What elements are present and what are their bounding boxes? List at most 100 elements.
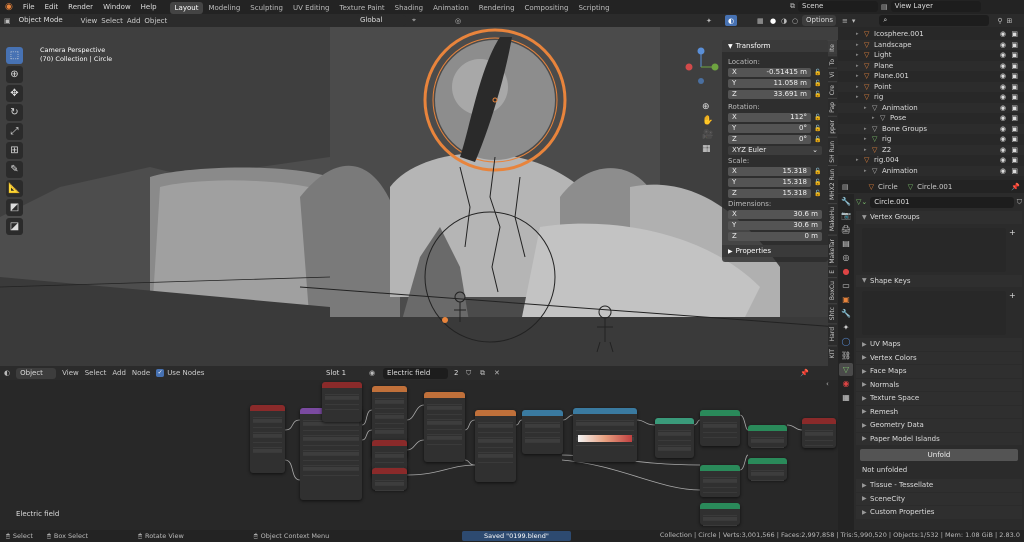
- select-box-tool-icon[interactable]: ⬚: [6, 47, 23, 64]
- lock-icon[interactable]: 🔓: [814, 69, 822, 76]
- shader-node[interactable]: [250, 405, 285, 473]
- workspace-tab-shading[interactable]: Shading: [390, 2, 428, 14]
- location-x-field[interactable]: X -0.51415 m: [728, 67, 811, 77]
- editor-type-icon[interactable]: ▣: [4, 17, 11, 25]
- panel-vertex-colors[interactable]: ▶ Vertex Colors: [856, 351, 1022, 364]
- outliner-search-field[interactable]: ⌕: [879, 15, 990, 26]
- tree-expand-icon[interactable]: ▸: [856, 42, 864, 48]
- outliner-item[interactable]: ▸ ▽ Bone Groups ◉ ▣: [838, 123, 1024, 134]
- menu-render[interactable]: Render: [63, 0, 98, 14]
- rotation-z-field[interactable]: Z 0°: [728, 134, 811, 144]
- properties-tab-modifier-icon[interactable]: 🔧: [839, 307, 853, 320]
- vp-menu-object[interactable]: Object: [144, 17, 167, 25]
- properties-tab-render-icon[interactable]: 📷: [839, 209, 853, 222]
- workspace-tab-scripting[interactable]: Scripting: [573, 2, 614, 14]
- panel-shape-keys[interactable]: ▼ Shape Keys: [856, 274, 1022, 287]
- outliner-item[interactable]: ▸ ▽ Pose ◉ ▣: [838, 113, 1024, 124]
- scale-y-field[interactable]: Y 15.318: [728, 177, 811, 187]
- sidebar-tab-2[interactable]: Vi: [828, 68, 837, 81]
- tree-expand-icon[interactable]: ▸: [864, 147, 872, 153]
- navigation-gizmo[interactable]: [683, 47, 719, 87]
- visibility-eye-icon[interactable]: ◉: [1000, 62, 1006, 70]
- color-ramp-gradient[interactable]: [578, 435, 632, 442]
- menu-edit[interactable]: Edit: [40, 0, 64, 14]
- sidebar-tab-3[interactable]: Cre: [828, 80, 837, 99]
- shader-node[interactable]: [700, 503, 740, 526]
- view-layer-icon[interactable]: ▤: [881, 3, 888, 11]
- sidebar-tab-13[interactable]: Hard: [828, 323, 837, 345]
- outliner-item[interactable]: ▸ ▽ Landscape ◉ ▣: [838, 39, 1024, 50]
- panel-remesh[interactable]: ▶ Remesh: [856, 405, 1022, 418]
- panel-scenecity[interactable]: ▶ SceneCity: [856, 492, 1022, 505]
- shading-solid-icon[interactable]: ●: [770, 17, 776, 25]
- tree-expand-icon[interactable]: ▸: [856, 52, 864, 58]
- material-users[interactable]: 2: [450, 367, 462, 379]
- sidebar-tab-14[interactable]: KIT: [828, 344, 837, 362]
- properties-tab-particles-icon[interactable]: ✦: [839, 321, 853, 334]
- filter-icon[interactable]: ⚲: [997, 17, 1002, 25]
- sidebar-tab-11[interactable]: BoxCu: [828, 276, 837, 304]
- render-camera-icon[interactable]: ▣: [1011, 156, 1018, 164]
- visibility-eye-icon[interactable]: ◉: [1000, 41, 1006, 49]
- snap-icon[interactable]: ⌖: [412, 16, 416, 25]
- lock-icon[interactable]: 🔓: [814, 190, 822, 197]
- panel-geometry-data[interactable]: ▶ Geometry Data: [856, 419, 1022, 432]
- rotate-tool-icon[interactable]: ↻: [6, 104, 23, 121]
- dimensions-z-field[interactable]: Z 0 m: [728, 231, 822, 241]
- add-cube-tool-icon[interactable]: ◩: [6, 199, 23, 216]
- tree-expand-icon[interactable]: ▸: [856, 73, 864, 79]
- fake-user-icon[interactable]: ⛉: [1017, 198, 1022, 207]
- tree-expand-icon[interactable]: ▸: [864, 126, 872, 132]
- visibility-eye-icon[interactable]: ◉: [1000, 104, 1006, 112]
- options-button[interactable]: Options: [802, 15, 836, 26]
- rotation-mode-selector[interactable]: XYZ Euler ⌄: [728, 145, 822, 155]
- mesh-browse-icon[interactable]: ▽⌄: [856, 198, 867, 206]
- shader-node[interactable]: [700, 410, 740, 446]
- overlay-icon[interactable]: ◐: [725, 15, 737, 26]
- workspace-tab-uv-editing[interactable]: UV Editing: [288, 2, 335, 14]
- shader-node[interactable]: [475, 410, 516, 482]
- pin-icon[interactable]: 📌: [1011, 183, 1020, 191]
- panel-face-maps[interactable]: ▶ Face Maps: [856, 365, 1022, 378]
- list-box[interactable]: +: [856, 288, 1022, 338]
- outliner-item[interactable]: ▸ ▽ Icosphere.001 ◉ ▣: [838, 29, 1024, 40]
- sidebar-tab-4[interactable]: Pap: [828, 98, 837, 116]
- add-item-button[interactable]: +: [1009, 228, 1019, 272]
- shading-material-icon[interactable]: ◑: [781, 17, 787, 25]
- cursor-tool-icon[interactable]: ⊕: [6, 66, 23, 83]
- render-camera-icon[interactable]: ▣: [1011, 30, 1018, 38]
- visibility-eye-icon[interactable]: ◉: [1000, 156, 1006, 164]
- annotate-tool-icon[interactable]: ✎: [6, 161, 23, 178]
- tree-expand-icon[interactable]: ▸: [856, 94, 864, 100]
- add-tool-icon[interactable]: ◪: [6, 218, 23, 235]
- visibility-eye-icon[interactable]: ◉: [1000, 114, 1006, 122]
- shader-node[interactable]: [802, 418, 836, 448]
- panel-paper-model-islands[interactable]: ▶ Paper Model Islands: [856, 432, 1022, 445]
- lock-icon[interactable]: 🔓: [814, 136, 822, 143]
- vp-menu-select[interactable]: Select: [101, 17, 123, 25]
- render-camera-icon[interactable]: ▣: [1011, 93, 1018, 101]
- lock-icon[interactable]: 🔓: [814, 125, 822, 132]
- pan-hand-icon[interactable]: ✋: [702, 116, 713, 126]
- panel-tissue-tessellate[interactable]: ▶ Tissue - Tessellate: [856, 479, 1022, 492]
- ne-menu-view[interactable]: View: [62, 369, 79, 377]
- sidebar-tab-12[interactable]: Shtc: [828, 303, 837, 324]
- properties-panel-header[interactable]: ▶ Properties: [722, 245, 828, 257]
- mesh-name-field[interactable]: Circle.001: [870, 196, 1014, 208]
- workspace-tab-compositing[interactable]: Compositing: [520, 2, 574, 14]
- panel-custom-properties[interactable]: ▶ Custom Properties: [856, 506, 1022, 519]
- sidebar-tab-0[interactable]: Ite: [828, 40, 837, 55]
- properties-tab-scene-icon[interactable]: ◎: [839, 251, 853, 264]
- panel-vertex-groups[interactable]: ▼ Vertex Groups: [856, 211, 1022, 224]
- properties-tab-data-icon[interactable]: ▽: [839, 363, 853, 376]
- workspace-tab-texture-paint[interactable]: Texture Paint: [335, 2, 390, 14]
- shader-node[interactable]: [700, 465, 740, 497]
- ne-menu-select[interactable]: Select: [85, 369, 107, 377]
- visibility-eye-icon[interactable]: ◉: [1000, 125, 1006, 133]
- sidebar-tab-9[interactable]: MakeTar: [828, 234, 837, 267]
- workspace-tab-layout[interactable]: Layout: [169, 1, 204, 14]
- sidebar-tab-6[interactable]: SH Run: [828, 136, 837, 166]
- material-icon[interactable]: ◉: [369, 369, 375, 377]
- unfold-button[interactable]: Unfold: [860, 449, 1018, 461]
- list-box[interactable]: +: [856, 225, 1022, 275]
